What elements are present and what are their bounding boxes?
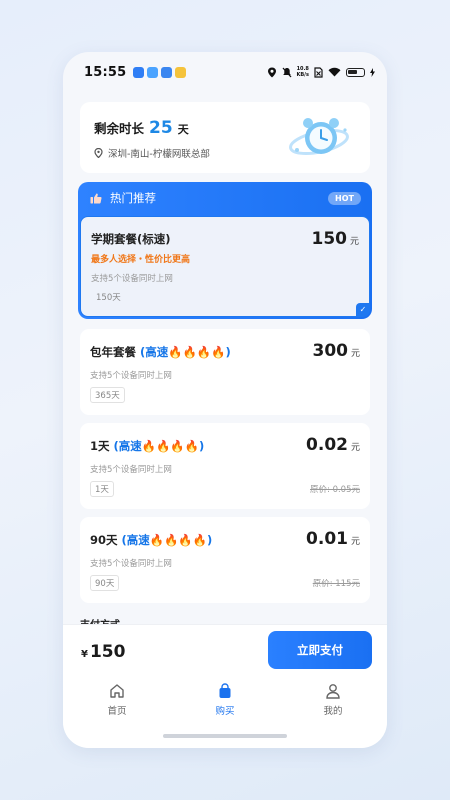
package-original-price: 原价: 115元	[312, 579, 360, 589]
package-name: 包年套餐 (高速🔥🔥🔥🔥)	[90, 344, 231, 360]
selected-check-icon: ✓	[356, 303, 370, 317]
hot-badge: HOT	[328, 192, 361, 205]
package-duration-tag: 90天	[90, 575, 120, 591]
package-price: 0.02 元	[306, 435, 360, 455]
battery-icon	[346, 67, 365, 77]
alarm-clock-illustration	[289, 118, 349, 155]
status-indicators: 10.8 KB/s	[267, 66, 375, 78]
package-name: 学期套餐(标速)	[91, 231, 171, 247]
package-speed-label: (高速🔥🔥🔥🔥)	[121, 533, 213, 547]
package-name: 90天 (高速🔥🔥🔥🔥)	[90, 532, 212, 548]
tab-label: 首页	[107, 706, 127, 717]
app-icon	[175, 66, 187, 78]
package-card-semester[interactable]: 学期套餐(标速) 150 元 最多人选择・性价比更高 支持5个设备同时上网 15…	[80, 216, 370, 317]
payment-method-heading: 支付方式	[80, 616, 120, 624]
location-row: 深圳-南山-柠檬网联总部	[94, 146, 210, 160]
remaining-time: 剩余时长 25 天	[94, 118, 189, 138]
wifi-icon	[328, 67, 341, 77]
shopping-bag-icon	[219, 683, 231, 698]
net-speed-unit: KB/s	[296, 72, 310, 78]
package-name-text: 1天	[90, 439, 110, 453]
pay-now-button[interactable]: 立即支付	[268, 631, 372, 669]
total-price: ¥ 150	[81, 642, 125, 662]
package-description: 支持5个设备同时上网	[91, 274, 173, 284]
currency-symbol: ¥	[81, 649, 88, 660]
package-duration-tag: 150天	[96, 293, 121, 303]
location-pin-icon	[94, 148, 103, 158]
package-price-unit: 元	[350, 443, 360, 453]
package-description: 支持5个设备同时上网	[90, 559, 172, 569]
package-speed-label: (高速🔥🔥🔥🔥)	[113, 439, 205, 453]
package-price-unit: 元	[350, 349, 360, 359]
package-price: 0.01 元	[306, 529, 360, 549]
package-name-text: 学期套餐(标速)	[91, 232, 171, 246]
tab-label: 购买	[215, 706, 235, 717]
home-icon	[110, 684, 124, 698]
total-amount: 150	[89, 642, 126, 662]
package-name: 1天 (高速🔥🔥🔥🔥)	[90, 438, 204, 454]
package-promo: 最多人选择・性价比更高	[91, 255, 191, 265]
package-price-value: 0.01	[306, 529, 348, 549]
location-text: 深圳-南山-柠檬网联总部	[108, 149, 210, 160]
hot-recommendation-section: 热门推荐 HOT 学期套餐(标速) 150 元 最多人选择・性价比更高 支持5个…	[78, 182, 372, 319]
mute-icon	[282, 67, 291, 77]
package-name-text: 90天	[90, 533, 118, 547]
location-icon	[267, 67, 276, 77]
package-description: 支持5个设备同时上网	[90, 371, 172, 381]
tab-label: 我的	[323, 706, 343, 717]
remaining-days: 25	[149, 118, 173, 138]
package-price: 150 元	[311, 229, 359, 249]
package-speed-label: (高速🔥🔥🔥🔥)	[140, 345, 231, 359]
hot-section-title: 热门推荐	[110, 191, 156, 205]
package-price-unit: 元	[350, 537, 360, 547]
no-sim-icon	[314, 66, 323, 78]
package-price-unit: 元	[349, 237, 359, 247]
tab-purchase[interactable]: 购买	[171, 683, 279, 717]
remaining-time-card: 剩余时长 25 天 深圳-南山-柠檬网联总部	[80, 102, 370, 173]
user-icon	[326, 684, 340, 699]
package-price: 300 元	[312, 341, 360, 361]
package-card-annual[interactable]: 包年套餐 (高速🔥🔥🔥🔥) 300 元 支持5个设备同时上网 365天	[80, 329, 370, 415]
status-time: 15:55	[84, 64, 127, 80]
package-price-value: 150	[311, 229, 347, 249]
app-icon	[161, 66, 173, 78]
app-icon	[133, 66, 145, 78]
home-indicator	[163, 734, 287, 738]
thumbs-up-icon	[90, 193, 102, 203]
bottom-tab-bar: 首页 购买 我的	[63, 683, 387, 717]
notification-app-icons	[133, 66, 187, 78]
content-scroll[interactable]: 剩余时长 25 天 深圳-南山-柠檬网联总部 热门推荐 HOT 学期套餐(标速)…	[63, 92, 387, 624]
package-description: 支持5个设备同时上网	[90, 465, 172, 475]
package-duration-tag: 365天	[90, 387, 125, 403]
package-price-value: 300	[312, 341, 348, 361]
phone-screen: 15:55 10.8 KB/s 剩余时长 25 天 深圳-南山-柠檬网联总部 热…	[63, 52, 387, 748]
package-original-price: 原价: 0.05元	[310, 485, 360, 495]
package-duration-tag: 1天	[90, 481, 114, 497]
net-speed: 10.8 KB/s	[297, 66, 310, 78]
checkout-bar: ¥ 150 立即支付 首页 购买 我的	[63, 624, 387, 748]
tab-home[interactable]: 首页	[63, 683, 171, 717]
package-price-value: 0.02	[306, 435, 348, 455]
remaining-unit: 天	[177, 123, 189, 136]
app-icon	[147, 66, 159, 78]
status-bar: 15:55 10.8 KB/s	[63, 52, 387, 92]
hot-section-header: 热门推荐	[90, 190, 156, 206]
package-card-90day[interactable]: 90天 (高速🔥🔥🔥🔥) 0.01 元 支持5个设备同时上网 90天 原价: 1…	[80, 517, 370, 603]
remaining-label: 剩余时长	[94, 121, 145, 136]
package-name-text: 包年套餐	[90, 345, 136, 359]
tab-mine[interactable]: 我的	[279, 683, 387, 717]
charging-icon	[370, 67, 375, 77]
package-card-1day[interactable]: 1天 (高速🔥🔥🔥🔥) 0.02 元 支持5个设备同时上网 1天 原价: 0.0…	[80, 423, 370, 509]
